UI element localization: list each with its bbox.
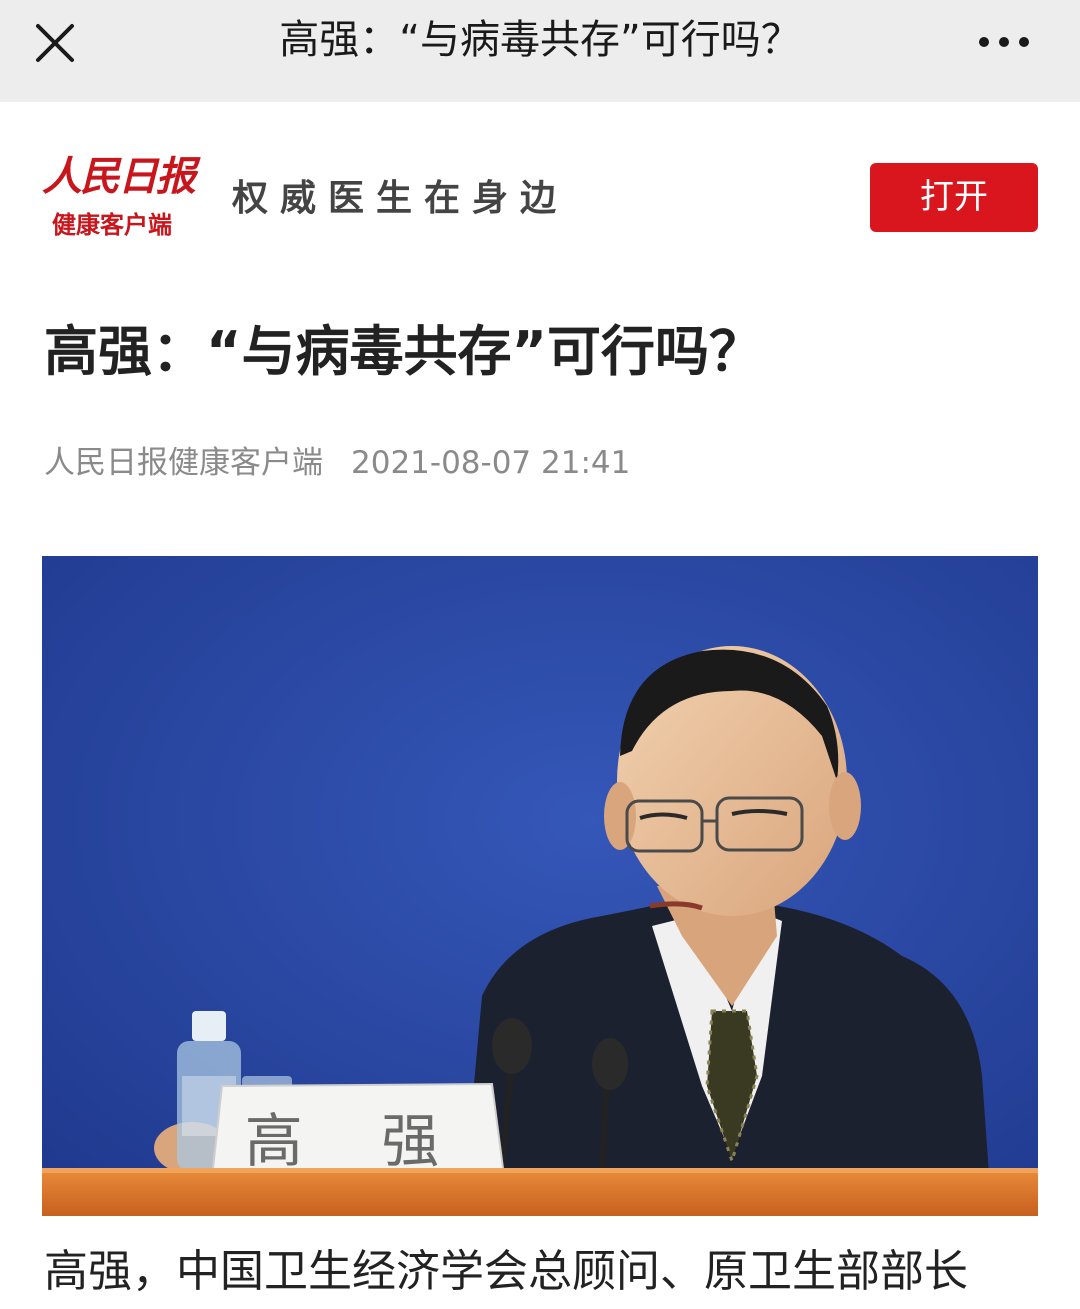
logo-sub-text: 健康客户端 (52, 210, 172, 239)
more-horizontal-icon[interactable] (972, 22, 1036, 62)
brand-slogan: 权威医生在身边 (232, 177, 569, 219)
top-nav-bar: 高强：“与病毒共存”可行吗？ (0, 0, 1080, 102)
article-body-first-line: 高强，中国卫生经济学会总顾问、原卫生部部长 (44, 1246, 968, 1297)
article-date: 2021-08-07 21:41 (351, 445, 631, 481)
article-meta: 人民日报健康客户端 2021-08-07 21:41 (44, 440, 630, 486)
photo-nameplate: 高 强 (245, 1107, 469, 1175)
close-icon[interactable] (30, 18, 80, 68)
open-app-button[interactable]: 打开 (870, 163, 1038, 232)
brand-logo: 人民日报 健康客户端 (40, 152, 200, 248)
nav-title: 高强：“与病毒共存”可行吗？ (279, 17, 801, 63)
article-title: 高强：“与病毒共存”可行吗？ (44, 320, 763, 383)
article-photo: 高 强 (42, 556, 1038, 1216)
logo-main-text: 人民日报 (42, 153, 196, 200)
article-source[interactable]: 人民日报健康客户端 (44, 445, 323, 481)
